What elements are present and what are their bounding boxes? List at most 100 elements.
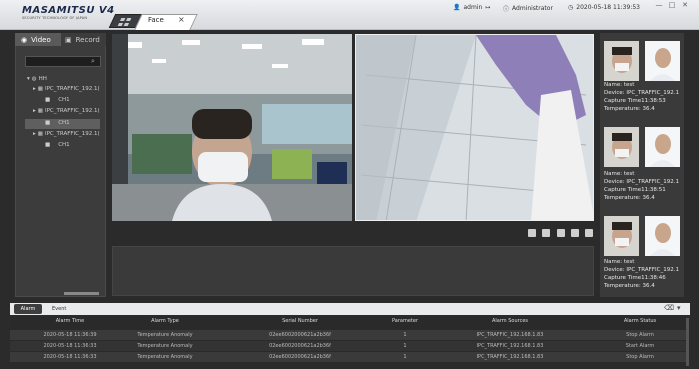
capture-snapshot-3[interactable] [604, 216, 639, 256]
video-frame-office [112, 34, 352, 221]
table-row[interactable] [10, 330, 686, 340]
device-panel [15, 33, 106, 297]
tree-label: CH1 [58, 97, 70, 103]
tree-item-device[interactable]: ▸ ▦ IPC_TRAFFIC_192.1( [33, 86, 100, 92]
horizontal-scrollbar[interactable] [64, 292, 99, 295]
capture-temperature: Temperature: 36.4 [604, 283, 655, 289]
close-window-button[interactable]: ✕ [680, 1, 690, 10]
logout-icon[interactable]: ↦ [485, 4, 490, 11]
capture-time: Capture Time11:38:46 [604, 275, 666, 281]
capture-name: Name: test [604, 171, 635, 177]
logo-subtext: SECURITY TECHNOLOGY OF JAPAN [22, 16, 88, 20]
table-cell: 2020-05-18 11:36:33 [43, 343, 97, 349]
tree-item-channel[interactable]: ■ CH1 [45, 142, 70, 148]
search-icon[interactable]: ⌕ [91, 57, 95, 66]
expand-icon[interactable]: ▸ [33, 131, 36, 137]
expand-icon[interactable]: ▸ [33, 86, 36, 92]
tree-label: IPC_TRAFFIC_192.1( [44, 86, 100, 92]
tree-item-device[interactable]: ▸ ▦ IPC_TRAFFIC_192.1( [33, 108, 100, 114]
tab-record[interactable]: ▣ Record [61, 33, 106, 46]
table-row[interactable] [10, 352, 686, 362]
table-cell: 1 [403, 343, 407, 349]
table-row[interactable] [10, 341, 686, 351]
tree-item-group[interactable]: ▾ ◍ HH [27, 76, 47, 82]
tab-event[interactable]: Event [52, 304, 66, 314]
tab-alarm[interactable]: Alarm [14, 304, 42, 314]
table-cell: Temperature Anomaly [137, 354, 193, 360]
capture-portrait-1[interactable] [645, 41, 680, 81]
layout-1-button[interactable] [542, 229, 550, 237]
camera-icon: ■ [45, 142, 51, 148]
capture-device: Device: IPC_TRAFFIC_192.1 [604, 90, 679, 96]
globe-icon: ◍ [31, 76, 37, 82]
camera-device-icon: ▦ [37, 108, 43, 114]
layout-2-button[interactable] [557, 229, 565, 237]
tree-item-channel[interactable]: ■ CH1 [45, 120, 70, 126]
minimize-button[interactable]: — [654, 1, 664, 10]
layout-9-button[interactable] [585, 229, 593, 237]
capture-portrait-3[interactable] [645, 216, 680, 256]
column-header: Alarm Status [623, 318, 657, 324]
table-cell: Start Alarm [625, 343, 655, 349]
device-search-input[interactable] [25, 56, 101, 67]
registered-face-image [645, 216, 680, 256]
info-panel [112, 246, 594, 296]
clock: ◷ 2020-05-18 11:39:53 [568, 4, 640, 11]
video-feed-1[interactable] [112, 34, 352, 221]
logo-text: MASAMITSU V4 [22, 5, 115, 16]
tree-label: IPC_TRAFFIC_192.1( [44, 131, 100, 137]
tree-label: IPC_TRAFFIC_192.1( [44, 108, 100, 114]
capture-info-3: Name: test Device: IPC_TRAFFIC_192.1 Cap… [604, 258, 679, 290]
table-scrollbar[interactable] [686, 318, 689, 366]
logo: MASAMITSU V4 SECURITY TECHNOLOGY OF JAPA… [22, 5, 115, 21]
column-header: Alarm Sources [491, 318, 529, 324]
column-header: Parameter [391, 318, 418, 324]
collapse-icon[interactable]: ▾ [677, 304, 681, 312]
expand-icon[interactable]: ▸ [33, 108, 36, 114]
maximize-button[interactable]: □ [667, 1, 677, 10]
capture-time: Capture Time11:38:53 [604, 98, 666, 104]
table-cell: 02ee6002000621a2b36f [269, 343, 331, 349]
capture-time: Capture Time11:38:51 [604, 187, 666, 193]
tree-label: HH [38, 76, 47, 82]
table-cell: IPC_TRAFFIC_192.168.1.83 [476, 332, 544, 338]
tree-item-channel[interactable]: ■ CH1 [45, 97, 70, 103]
tab-face[interactable] [134, 14, 198, 30]
capture-snapshot-1[interactable] [604, 41, 639, 81]
alarm-tab-bar [10, 303, 690, 315]
capture-info-1: Name: test Device: IPC_TRAFFIC_192.1 Cap… [604, 81, 679, 113]
table-cell: Stop Alarm [626, 332, 654, 338]
capture-name: Name: test [604, 259, 635, 265]
video-feed-2[interactable] [355, 34, 594, 221]
table-cell: Stop Alarm [626, 354, 654, 360]
table-cell: Temperature Anomaly [137, 343, 193, 349]
clear-icon[interactable]: ⌫ [664, 304, 674, 312]
user-name: admin [463, 4, 483, 11]
capture-device: Device: IPC_TRAFFIC_192.1 [604, 267, 679, 273]
tab-record-label: Record [75, 35, 100, 44]
snapshot-button[interactable] [528, 229, 536, 237]
tab-video[interactable]: ◉ Video [15, 33, 61, 46]
camera-device-icon: ▦ [37, 131, 43, 137]
role-display: ⓘ Administrator [503, 4, 553, 13]
datetime: 2020-05-18 11:39:53 [576, 4, 640, 11]
capture-portrait-2[interactable] [645, 127, 680, 167]
user-menu[interactable]: 👤 admin ↦ [453, 4, 490, 11]
table-cell: 2020-05-18 11:36:39 [43, 332, 97, 338]
video-frame-closeup [356, 35, 593, 220]
registered-face-image [645, 41, 680, 81]
column-header: Serial Number [282, 318, 318, 324]
capture-temperature: Temperature: 36.4 [604, 195, 655, 201]
app-window: MASAMITSU V4 SECURITY TECHNOLOGY OF JAPA… [0, 0, 699, 369]
info-icon: ⓘ [503, 6, 510, 13]
layout-4-button[interactable] [571, 229, 579, 237]
tab-close-icon[interactable]: × [178, 15, 185, 24]
face-snapshot-image [604, 216, 639, 256]
tree-item-device[interactable]: ▸ ▦ IPC_TRAFFIC_192.1( [33, 131, 100, 137]
expand-icon[interactable]: ▾ [27, 76, 30, 82]
capture-name: Name: test [604, 82, 635, 88]
role-name: Administrator [512, 5, 553, 12]
capture-snapshot-2[interactable] [604, 127, 639, 167]
capture-device: Device: IPC_TRAFFIC_192.1 [604, 179, 679, 185]
table-cell: 1 [403, 354, 407, 360]
